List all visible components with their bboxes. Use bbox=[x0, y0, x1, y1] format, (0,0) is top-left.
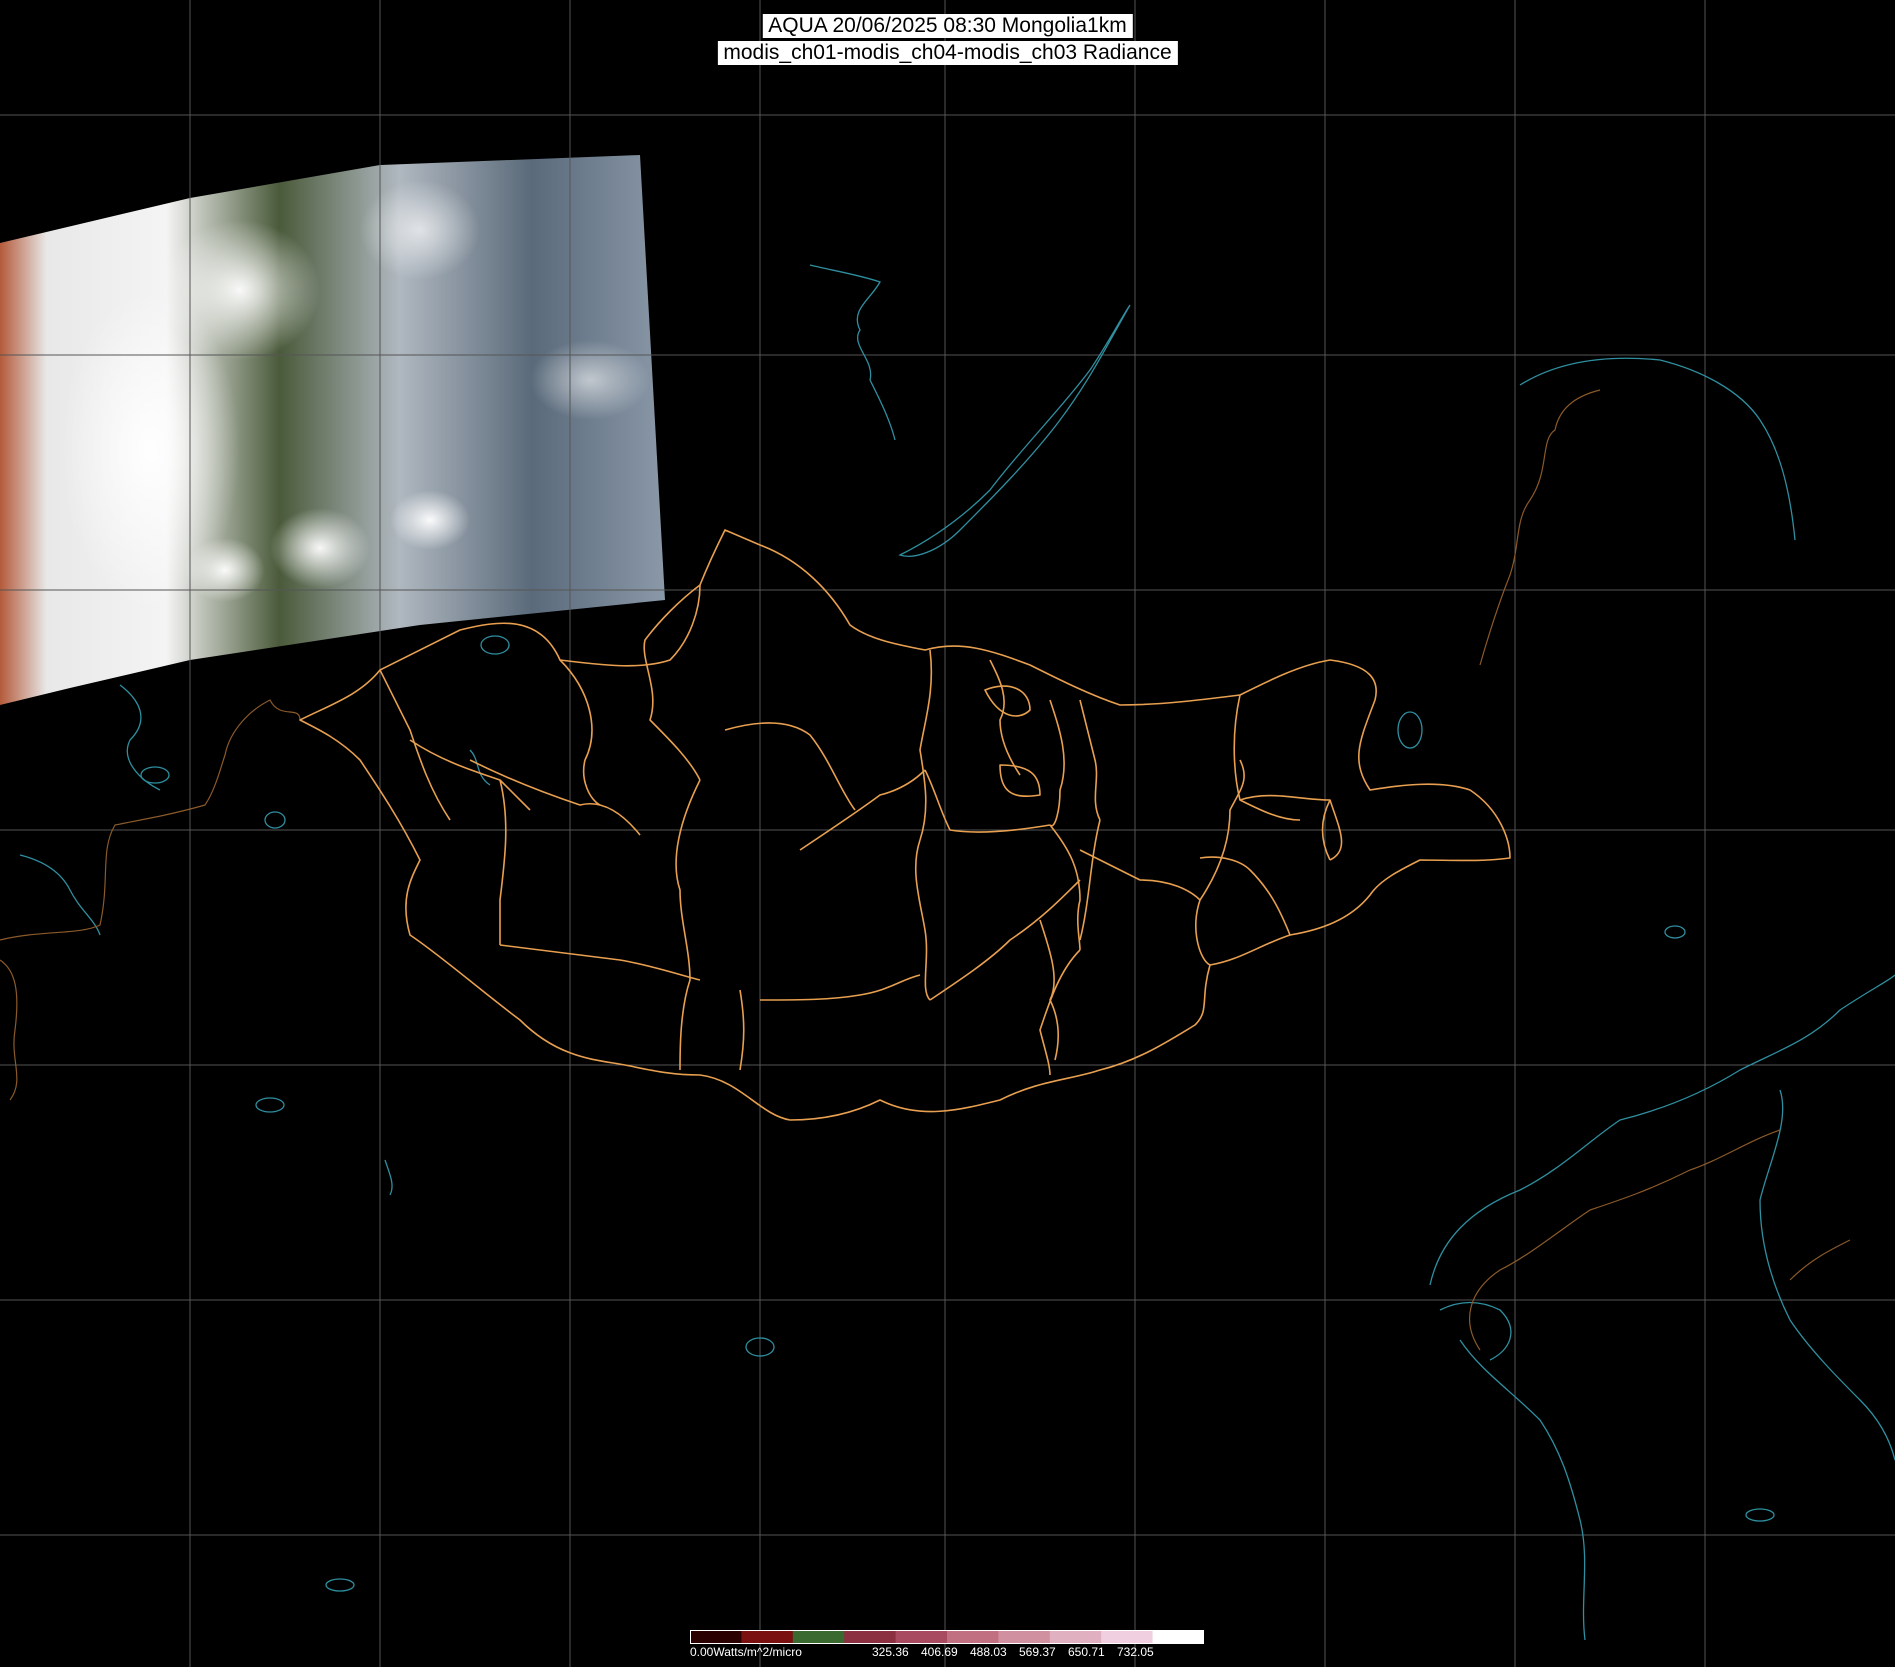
satellite-map bbox=[0, 0, 1895, 1667]
colorbar-unit-label: 0.00Watts/m^2/micro bbox=[690, 1645, 802, 1659]
satellite-swath bbox=[0, 155, 665, 705]
legend-colorbar: 0.00Watts/m^2/micro 325.36 406.69 488.03 56… bbox=[690, 1630, 1204, 1659]
colorbar-swatch bbox=[1049, 1630, 1102, 1644]
colorbar-swatch bbox=[998, 1630, 1051, 1644]
colorbar-swatches bbox=[690, 1630, 1204, 1644]
colorbar-tick-label: 325.36 bbox=[872, 1645, 909, 1659]
title-line-2: modis_ch01-modis_ch04-modis_ch03 Radianc… bbox=[717, 41, 1178, 65]
colorbar-tick-label: 488.03 bbox=[970, 1645, 1007, 1659]
colorbar-swatch bbox=[741, 1630, 794, 1644]
colorbar-tick-label: 650.71 bbox=[1068, 1645, 1105, 1659]
colorbar-tick-label: 732.05 bbox=[1117, 1645, 1154, 1659]
colorbar-swatch bbox=[1101, 1630, 1154, 1644]
colorbar-swatch bbox=[792, 1630, 845, 1644]
title-line-1: AQUA 20/06/2025 08:30 Mongolia1km bbox=[762, 14, 1133, 38]
colorbar-swatch bbox=[844, 1630, 897, 1644]
colorbar-swatch bbox=[947, 1630, 999, 1644]
colorbar-tick-label: 569.37 bbox=[1019, 1645, 1056, 1659]
colorbar-swatch bbox=[1152, 1630, 1204, 1644]
colorbar-ticks: 325.36 406.69 488.03 569.37 650.71 732.05 bbox=[872, 1645, 1154, 1659]
colorbar-swatch bbox=[690, 1630, 742, 1644]
colorbar-tick-label: 406.69 bbox=[921, 1645, 958, 1659]
colorbar-swatch bbox=[895, 1630, 948, 1644]
